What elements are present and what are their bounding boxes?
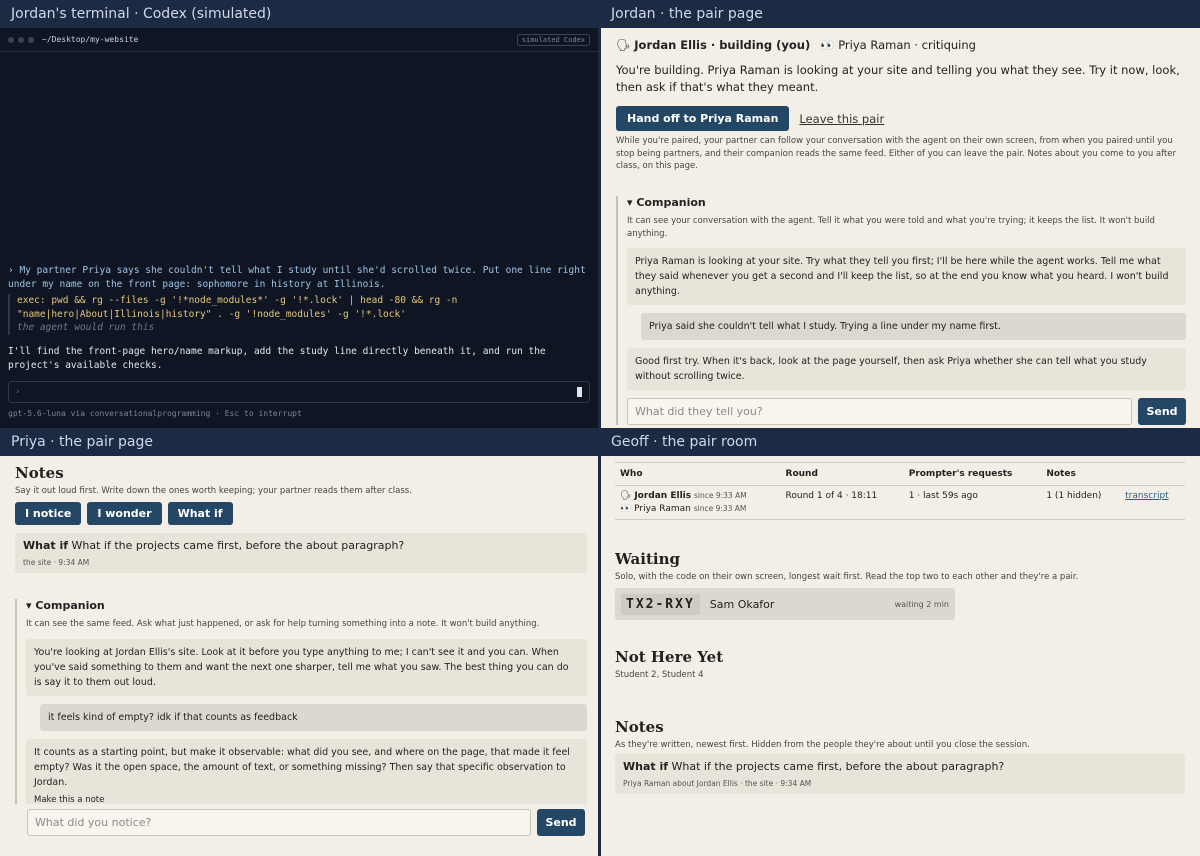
note-card: What if What if the projects came first,… (15, 533, 587, 573)
pane-divider (598, 0, 601, 856)
eyes-icon: 👀 (820, 38, 835, 52)
note-meta: Priya Raman about Jordan Ellis · the sit… (623, 779, 812, 788)
notes-desc: Say it out loud first. Write down the on… (15, 486, 412, 496)
pair-roles: 🗣 Jordan Ellis · building (you) 👀 Priya … (616, 38, 1186, 52)
jordan-pane: Jordan · the pair page 🗣 Jordan Ellis · … (600, 0, 1200, 428)
terminal-pane: Jordan's terminal · Codex (simulated) ~/… (0, 0, 600, 428)
user-message: Priya said she couldn't tell what I stud… (641, 313, 1186, 340)
prompt-caret: › (15, 387, 21, 397)
requests-cell: 1 · last 59s ago (903, 485, 1042, 520)
make-note-link[interactable]: Make this a note (34, 793, 579, 805)
speech-head-icon: 🗣 (616, 38, 631, 52)
terminal: ~/Desktop/my-website simulated Codex › M… (0, 28, 598, 428)
absent-list: Student 2, Student 4 (615, 670, 704, 680)
companion-input[interactable]: What did they tell you? (627, 398, 1132, 425)
simulated-badge: simulated Codex (516, 33, 590, 46)
pair-lead: You're building. Priya Raman is looking … (616, 63, 1180, 94)
wait-duration: waiting 2 min (894, 599, 949, 609)
exec-note: the agent would run this (17, 322, 155, 333)
note-prefix: What if (23, 539, 69, 552)
leave-pair-link[interactable]: Leave this pair (799, 112, 884, 126)
col-notes: Notes (1041, 462, 1121, 486)
exec-command: exec: pwd && rg --files -g '!*node_modul… (17, 295, 458, 306)
col-actions (1120, 462, 1185, 486)
notes-desc: As they're written, newest first. Hidden… (615, 740, 1030, 750)
notes-heading: Notes (15, 464, 64, 482)
note-prefix: What if (623, 760, 669, 773)
notes-heading: Notes (615, 718, 664, 736)
exec-block: exec: pwd && rg --files -g '!*node_modul… (8, 294, 590, 335)
companion-panel: ▾ Companion It can see your conversation… (616, 196, 1186, 425)
not-here-heading: Not Here Yet (615, 648, 724, 666)
pair-explainer: While you're paired, your partner can fo… (616, 136, 1177, 171)
waiting-student: Sam Okafor (709, 597, 775, 611)
cursor-icon (577, 387, 582, 397)
pairs-table: Who Round Prompter's requests Notes 🗣 Jo… (615, 462, 1185, 520)
companion-message: It counts as a starting point, but make … (26, 738, 587, 805)
note-text: What if the projects came first, before … (671, 760, 1005, 773)
terminal-path: ~/Desktop/my-website (42, 35, 139, 44)
geoff-pane: Geoff · the pair room Who Round Prompter… (600, 428, 1200, 856)
companion-desc: It can see the same feed. Ask what just … (26, 619, 540, 629)
window-dot-icon (18, 36, 24, 43)
window-dot-icon (8, 36, 14, 43)
priya-pane: Priya · the pair page Notes Say it out l… (0, 428, 600, 856)
handoff-button[interactable]: Hand off to Priya Raman (616, 106, 790, 131)
table-row: 🗣 Jordan Ellis since 9:33 AM 👀 Priya Ram… (615, 485, 1185, 520)
i-wonder-button[interactable]: I wonder (87, 502, 162, 525)
what-if-button[interactable]: What if (167, 502, 233, 525)
companion-message: Priya Raman is looking at your site. Try… (627, 248, 1186, 305)
eyes-icon: 👀 (620, 504, 632, 514)
note-meta: the site · 9:34 AM (23, 558, 90, 567)
user-prompt: › My partner Priya says she couldn't tel… (8, 265, 586, 290)
send-button[interactable]: Send (537, 809, 585, 836)
i-notice-button[interactable]: I notice (15, 502, 82, 525)
user-message: it feels kind of empty? idk if that coun… (40, 703, 587, 731)
col-requests: Prompter's requests (903, 462, 1042, 486)
notes-cell: 1 (1 hidden) (1041, 485, 1121, 520)
agent-reply: I'll find the front-page hero/name marku… (8, 346, 546, 371)
pane-title: Jordan's terminal · Codex (simulated) (0, 0, 600, 28)
pair-code: TX2-RXY (621, 593, 700, 615)
companion-message: You're looking at Jordan Ellis's site. L… (26, 638, 587, 696)
note-card: What if What if the projects came first,… (615, 754, 1185, 794)
waiting-card[interactable]: TX2-RXY Sam Okafor waiting 2 min (615, 588, 955, 620)
waiting-desc: Solo, with the code on their own screen,… (615, 572, 1079, 582)
transcript-link[interactable]: transcript (1125, 491, 1169, 501)
col-round: Round (780, 462, 904, 486)
role-building: 🗣 Jordan Ellis · building (you) (616, 38, 811, 52)
exec-command-cont: "name|hero|About|Illinois|history" . -g … (17, 308, 406, 320)
round-cell: Round 1 of 4 · 18:11 (780, 485, 904, 520)
companion-toggle[interactable]: ▾ Companion (627, 196, 1186, 209)
role-critiquing: 👀 Priya Raman · critiquing (820, 38, 976, 52)
companion-message: Good first try. When it's back, look at … (627, 348, 1186, 390)
companion-panel: ▾ Companion It can see the same feed. As… (15, 599, 587, 804)
terminal-footer: gpt-5.6-luna via conversationalprogrammi… (8, 409, 302, 418)
companion-desc: It can see your conversation with the ag… (627, 216, 1155, 239)
terminal-header: ~/Desktop/my-website simulated Codex (0, 28, 598, 52)
companion-toggle[interactable]: ▾ Companion (26, 599, 587, 612)
window-dot-icon (28, 36, 34, 43)
send-button[interactable]: Send (1138, 398, 1186, 425)
speech-head-icon: 🗣 (620, 491, 632, 501)
companion-input[interactable]: What did you notice? (27, 809, 531, 836)
terminal-input[interactable]: › (8, 381, 590, 403)
note-text: What if the projects came first, before … (71, 539, 405, 552)
pane-title: Geoff · the pair room (600, 428, 1200, 456)
pane-title: Priya · the pair page (0, 428, 600, 456)
pane-title: Jordan · the pair page (600, 0, 1200, 28)
waiting-heading: Waiting (615, 550, 680, 568)
col-who: Who (615, 462, 781, 486)
